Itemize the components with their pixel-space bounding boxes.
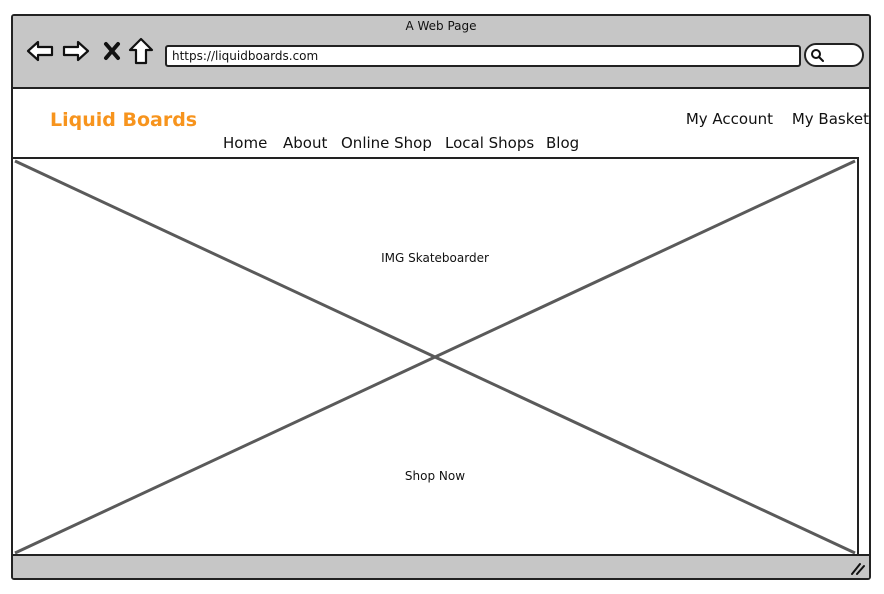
my-basket-link[interactable]: My Basket bbox=[792, 110, 869, 128]
my-account-link[interactable]: My Account bbox=[686, 110, 773, 128]
shop-now-button[interactable]: Shop Now bbox=[402, 469, 468, 483]
hero-image-placeholder: IMG Skateboarder Shop Now bbox=[13, 157, 859, 557]
nav-local-shops[interactable]: Local Shops bbox=[445, 134, 534, 152]
search-button[interactable] bbox=[804, 43, 864, 67]
back-arrow-icon[interactable] bbox=[25, 36, 55, 66]
nav-about[interactable]: About bbox=[283, 134, 327, 152]
image-placeholder-cross bbox=[14, 159, 856, 555]
site-header: Liquid Boards My Account My Basket Home … bbox=[13, 89, 869, 157]
site-logo[interactable]: Liquid Boards bbox=[50, 109, 197, 131]
url-input[interactable] bbox=[165, 45, 801, 67]
browser-chrome: A Web Page bbox=[13, 16, 869, 89]
nav-blog[interactable]: Blog bbox=[546, 134, 579, 152]
forward-arrow-icon[interactable] bbox=[61, 36, 91, 66]
window-title: A Web Page bbox=[405, 19, 477, 33]
status-bar bbox=[13, 554, 869, 578]
browser-window: A Web Page Liquid Boards My Account My B… bbox=[11, 14, 871, 580]
hero-image-label: IMG Skateboarder bbox=[381, 251, 489, 265]
home-icon[interactable] bbox=[126, 36, 156, 66]
resize-grip-icon[interactable] bbox=[849, 559, 865, 575]
close-x-icon[interactable] bbox=[97, 36, 127, 66]
search-icon bbox=[811, 49, 824, 62]
nav-online-shop[interactable]: Online Shop bbox=[341, 134, 432, 152]
nav-home[interactable]: Home bbox=[223, 134, 267, 152]
